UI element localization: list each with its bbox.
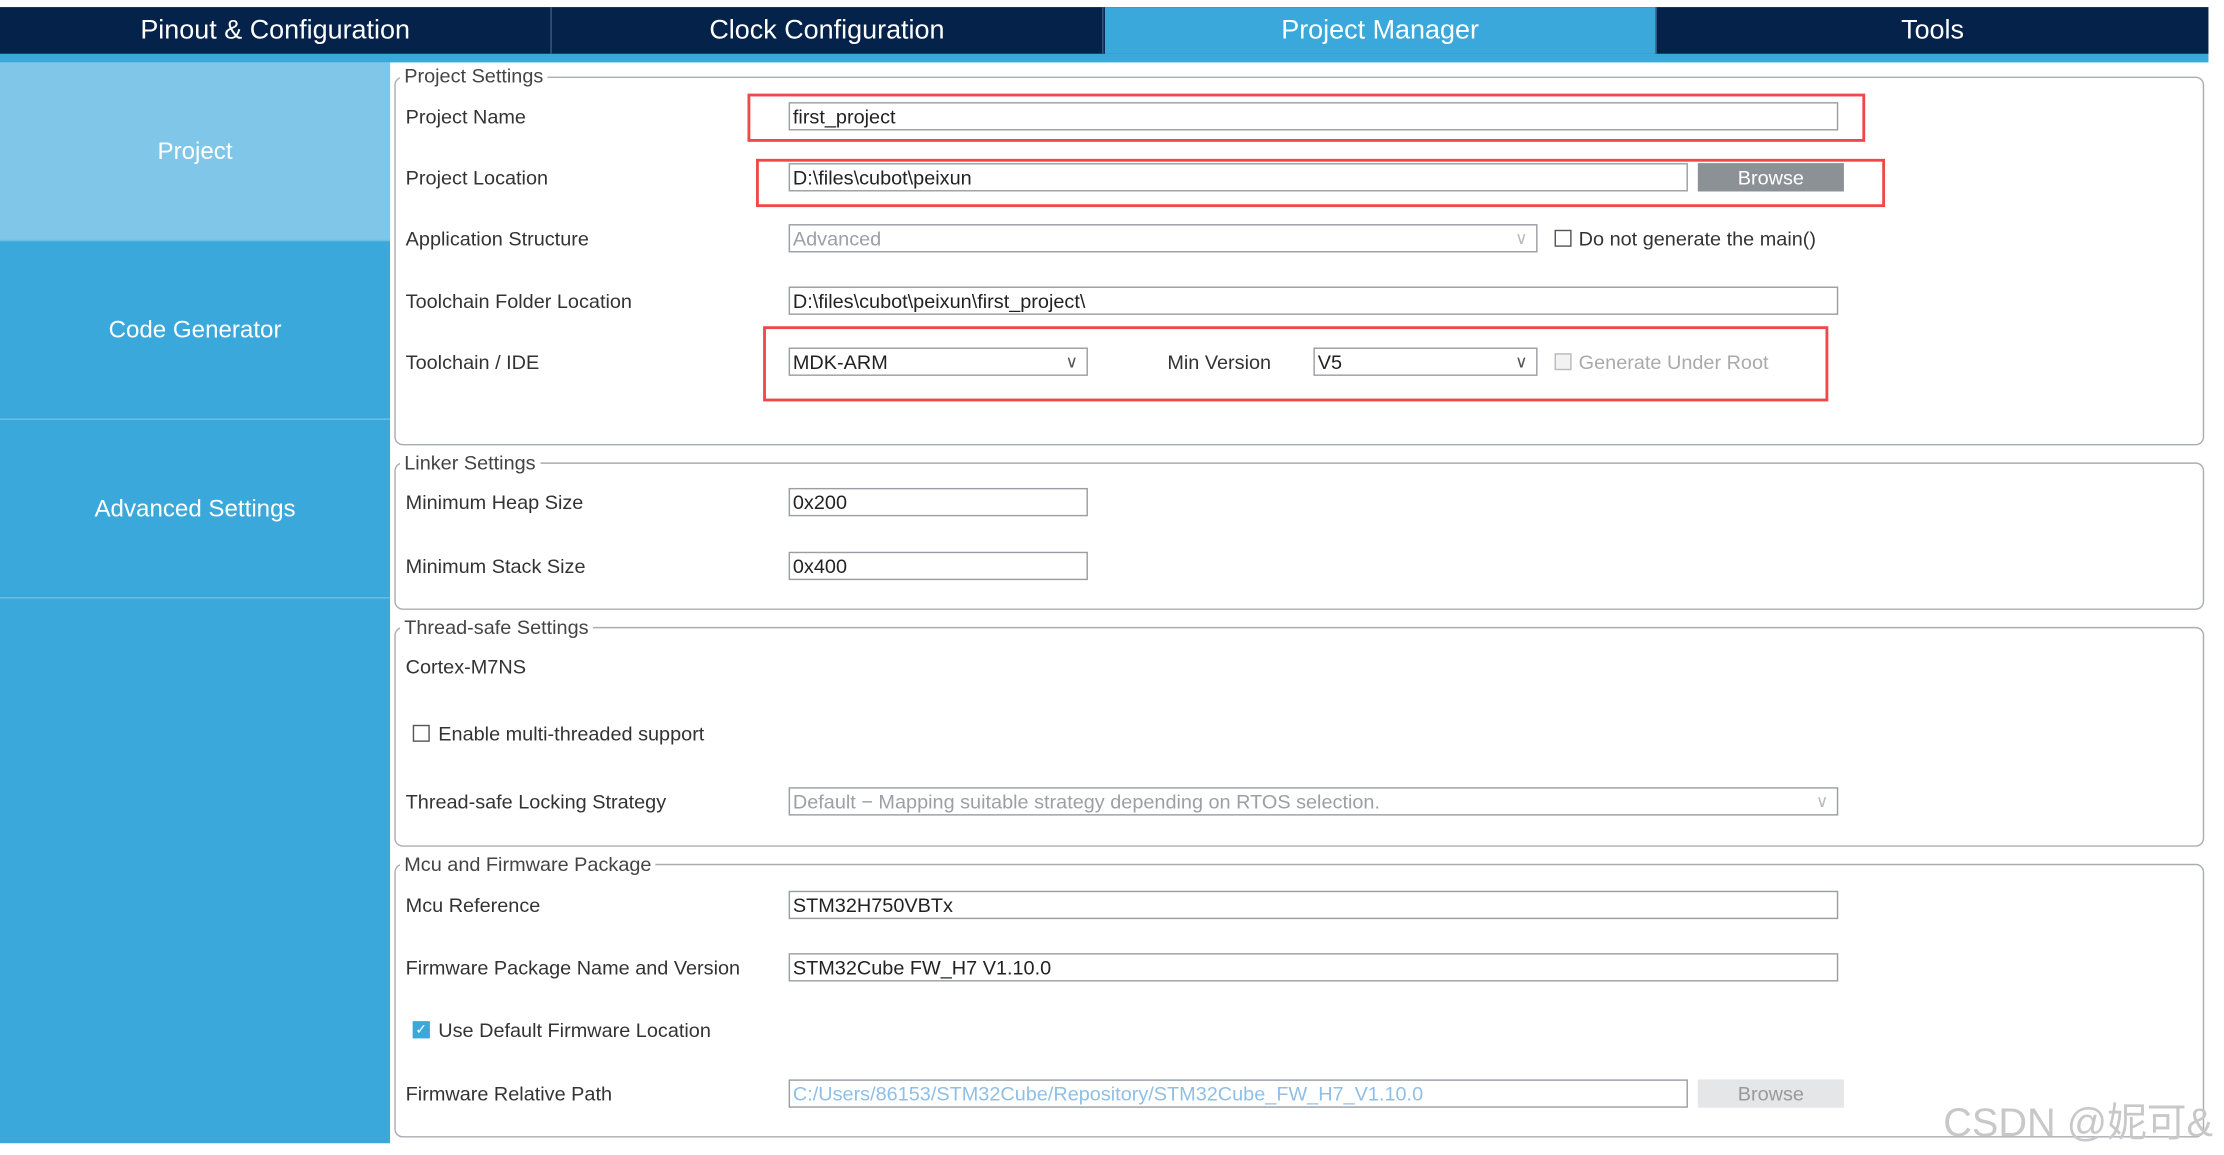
- sidebar-item-advanced-settings[interactable]: Advanced Settings: [0, 420, 391, 599]
- app-structure-select[interactable]: Advanced ∨: [788, 224, 1538, 253]
- project-name-label: Project Name: [405, 104, 526, 128]
- group-title: Linker Settings: [399, 451, 540, 474]
- tab-pinout[interactable]: Pinout & Configuration: [0, 7, 552, 54]
- heap-size-input[interactable]: 0x200: [788, 487, 1088, 517]
- core-label: Cortex-M7NS: [405, 655, 526, 678]
- sidebar-item-project[interactable]: Project: [0, 62, 391, 242]
- firmware-path-label: Firmware Relative Path: [405, 1082, 613, 1105]
- multi-thread-label: Enable multi-threaded support: [438, 721, 705, 745]
- group-title: Thread-safe Settings: [399, 615, 593, 639]
- linker-settings-group: [394, 462, 2205, 610]
- chevron-down-icon: ∨: [1815, 791, 1829, 812]
- toolchain-folder-label: Toolchain Folder Location: [405, 289, 632, 313]
- firmware-path-input[interactable]: C:/Users/86153/STM32Cube/Repository/STM3…: [788, 1079, 1688, 1108]
- no-main-checkbox[interactable]: [1554, 229, 1572, 247]
- use-default-location-checkbox[interactable]: ✓: [412, 1021, 430, 1039]
- group-title: Mcu and Firmware Package: [399, 852, 656, 876]
- firmware-package-label: Firmware Package Name and Version: [405, 956, 741, 979]
- locking-strategy-value: Default − Mapping suitable strategy depe…: [792, 790, 1380, 813]
- mcu-reference-input[interactable]: STM32H750VBTx: [788, 890, 1839, 920]
- mcu-reference-label: Mcu Reference: [405, 893, 541, 917]
- toolchain-folder-input[interactable]: D:\files\cubot\peixun\first_project\: [788, 286, 1839, 315]
- stack-size-input[interactable]: 0x400: [788, 551, 1088, 581]
- locking-strategy-label: Thread-safe Locking Strategy: [405, 790, 667, 813]
- highlight-box: [747, 93, 1866, 142]
- stack-size-label: Minimum Stack Size: [405, 554, 586, 578]
- no-main-label: Do not generate the main(): [1578, 226, 1817, 250]
- chevron-down-icon: ∨: [1515, 228, 1528, 249]
- app-structure-label: Application Structure: [405, 226, 589, 250]
- heap-size-label: Minimum Heap Size: [405, 490, 584, 514]
- toolchain-ide-label: Toolchain / IDE: [405, 350, 540, 374]
- project-location-label: Project Location: [405, 165, 549, 189]
- highlight-box: [763, 326, 1829, 402]
- locking-strategy-select[interactable]: Default − Mapping suitable strategy depe…: [788, 787, 1839, 816]
- app-structure-value: Advanced: [792, 226, 882, 250]
- tab-tools[interactable]: Tools: [1657, 7, 2209, 54]
- tab-strip: [0, 53, 2209, 63]
- tab-project-manager[interactable]: Project Manager: [1104, 7, 1657, 54]
- use-default-location-label: Use Default Firmware Location: [438, 1018, 711, 1042]
- firmware-browse-button[interactable]: Browse: [1697, 1079, 1844, 1108]
- multi-thread-checkbox[interactable]: [412, 724, 430, 742]
- watermark: CSDN @妮可&: [1943, 1100, 2214, 1145]
- highlight-box: [756, 158, 1886, 208]
- tab-clock[interactable]: Clock Configuration: [552, 7, 1104, 54]
- group-title: Project Settings: [399, 63, 548, 87]
- sidebar-item-code-generator[interactable]: Code Generator: [0, 241, 391, 420]
- firmware-package-input[interactable]: STM32Cube FW_H7 V1.10.0: [788, 953, 1839, 982]
